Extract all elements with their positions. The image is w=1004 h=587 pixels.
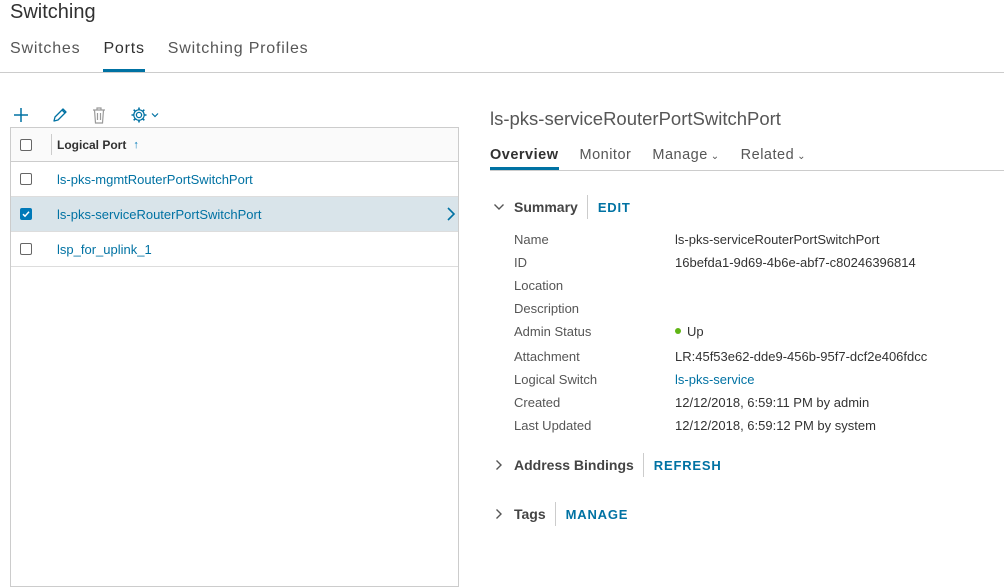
column-separator: [51, 134, 52, 155]
property-row: Description: [514, 301, 1004, 321]
divider: [586, 195, 588, 219]
status-text: Up: [687, 324, 704, 339]
tags-title: Tags: [514, 506, 546, 522]
expand-toggle[interactable]: [492, 458, 506, 472]
row-checkbox[interactable]: [20, 208, 32, 220]
tab-switching-profiles[interactable]: Switching Profiles: [168, 38, 309, 72]
property-row: Last Updated 12/12/2018, 6:59:12 PM by s…: [514, 418, 1004, 438]
row-checkbox-cell: [6, 208, 46, 220]
refresh-button[interactable]: REFRESH: [654, 458, 722, 473]
sort-ascending-icon[interactable]: ↑: [133, 139, 139, 151]
detail-title: ls-pks-serviceRouterPortSwitchPort: [490, 108, 781, 129]
tab-monitor[interactable]: Monitor: [580, 139, 632, 170]
property-label: Attachment: [514, 349, 580, 364]
tab-related[interactable]: Related ⌄: [741, 139, 806, 170]
property-label: Description: [514, 301, 580, 316]
row-checkbox-cell: [6, 173, 46, 185]
table-row[interactable]: lsp_for_uplink_1: [11, 232, 458, 267]
caret-down-icon: [151, 113, 158, 118]
tab-monitor-label: Monitor: [579, 147, 632, 163]
table-row[interactable]: ls-pks-serviceRouterPortSwitchPort: [11, 197, 458, 232]
tags-section-header: Tags MANAGE: [492, 501, 628, 527]
property-row: Attachment LR:45f53e62-dde9-456b-95f7-dc…: [514, 349, 1004, 369]
logical-switch-link[interactable]: ls-pks-service: [675, 372, 754, 387]
property-value: 12/12/2018, 6:59:11 PM by admin: [675, 395, 870, 410]
property-label: Location: [514, 278, 564, 293]
row-link[interactable]: ls-pks-mgmtRouterPortSwitchPort: [57, 172, 253, 187]
page-title: Switching: [10, 1, 96, 23]
row-link[interactable]: ls-pks-serviceRouterPortSwitchPort: [57, 207, 261, 222]
property-value: 16befda1-9d69-4b6e-abf7-c80246396814: [675, 255, 916, 270]
manage-tags-button[interactable]: MANAGE: [566, 507, 629, 522]
chevron-right-icon: [496, 460, 502, 470]
header-divider: [0, 72, 1004, 73]
plus-icon: [14, 108, 28, 122]
divider: [642, 453, 644, 477]
property-label: Logical Switch: [514, 372, 598, 387]
chevron-right-icon: [496, 509, 502, 519]
chevron-down-icon: [494, 204, 504, 210]
property-label: ID: [514, 255, 527, 270]
property-label: Name: [514, 232, 549, 247]
property-row: Name ls-pks-serviceRouterPortSwitchPort: [514, 232, 1004, 252]
grid-toolbar: [10, 104, 178, 126]
tab-switches[interactable]: Switches: [10, 38, 80, 72]
column-header-logical-port[interactable]: Logical Port: [57, 138, 126, 152]
detail-tabs: Overview Monitor Manage ⌄ Related ⌄: [490, 139, 1004, 171]
address-bindings-section-header: Address Bindings REFRESH: [492, 452, 722, 478]
pencil-icon: [53, 108, 67, 122]
summary-title: Summary: [514, 199, 578, 215]
chevron-right-icon[interactable]: [445, 206, 457, 222]
property-row: Created 12/12/2018, 6:59:11 PM by admin: [514, 395, 1004, 415]
property-label: Created: [514, 395, 561, 410]
tab-overview[interactable]: Overview: [490, 139, 559, 170]
address-bindings-title: Address Bindings: [514, 457, 634, 473]
select-all-cell: [6, 138, 46, 151]
logical-ports-grid: Logical Port ↑ ls-pks-mgmtRouterPortSwit…: [10, 127, 459, 587]
property-value: LR:45f53e62-dde9-456b-95f7-dcf2e406fdcc: [675, 349, 928, 364]
tab-manage-label: Manage: [652, 147, 708, 163]
add-button[interactable]: [10, 104, 32, 126]
property-row: Admin Status Up: [514, 324, 1004, 344]
delete-button[interactable]: [88, 104, 110, 126]
edit-button[interactable]: EDIT: [598, 200, 631, 215]
collapse-toggle[interactable]: [492, 200, 506, 214]
chevron-down-icon: ⌄: [710, 151, 720, 162]
expand-toggle[interactable]: [492, 507, 506, 521]
status-dot-icon: [675, 328, 681, 334]
property-row: Location: [514, 278, 1004, 298]
admin-status-value: Up: [675, 324, 704, 339]
tab-overview-label: Overview: [490, 147, 559, 163]
property-row: ID 16befda1-9d69-4b6e-abf7-c80246396814: [514, 255, 1004, 275]
property-label: Admin Status: [514, 324, 592, 339]
checkmark-icon: [22, 211, 30, 218]
top-tabs: Switches Ports Switching Profiles: [10, 38, 331, 72]
property-value: 12/12/2018, 6:59:12 PM by system: [675, 418, 876, 433]
table-row[interactable]: ls-pks-mgmtRouterPortSwitchPort: [11, 162, 458, 197]
trash-icon: [93, 107, 105, 124]
gear-icon: [131, 107, 146, 123]
tab-related-label: Related: [740, 147, 795, 163]
property-label: Last Updated: [514, 418, 592, 433]
row-checkbox[interactable]: [20, 243, 32, 255]
row-checkbox[interactable]: [20, 173, 32, 185]
tab-ports[interactable]: Ports: [103, 38, 145, 72]
chevron-down-icon: ⌄: [797, 151, 807, 162]
summary-section-header: Summary EDIT: [492, 194, 631, 220]
tab-manage[interactable]: Manage ⌄: [652, 139, 719, 170]
select-all-checkbox[interactable]: [20, 138, 32, 151]
property-value: ls-pks-serviceRouterPortSwitchPort: [675, 232, 880, 247]
divider: [554, 502, 556, 526]
property-row: Logical Switch ls-pks-service: [514, 372, 1004, 392]
edit-button[interactable]: [49, 104, 71, 126]
settings-dropdown[interactable]: [127, 104, 161, 126]
row-link[interactable]: lsp_for_uplink_1: [57, 242, 152, 257]
row-checkbox-cell: [6, 243, 46, 255]
grid-header-row: Logical Port ↑: [11, 128, 458, 162]
